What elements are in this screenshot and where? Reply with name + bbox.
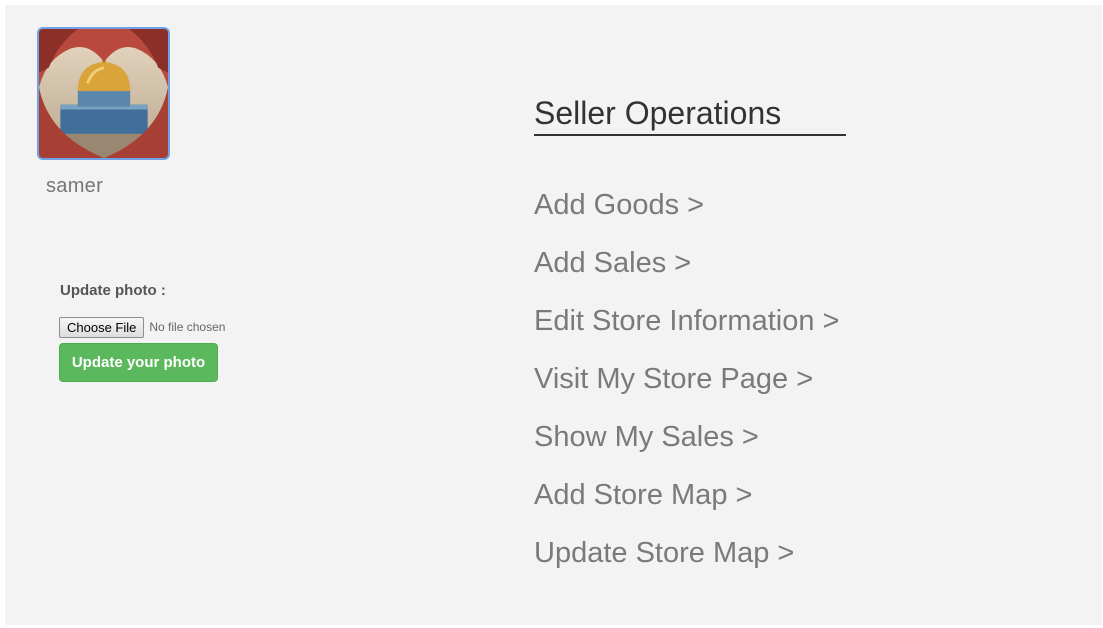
update-store-map-link[interactable]: Update Store Map > <box>534 537 794 569</box>
edit-store-information-link[interactable]: Edit Store Information > <box>534 305 839 337</box>
list-item: Add Store Map > <box>534 475 839 533</box>
seller-operations-list: Add Goods > Add Sales > Edit Store Infor… <box>534 185 839 591</box>
list-item: Show My Sales > <box>534 417 839 475</box>
add-sales-link[interactable]: Add Sales > <box>534 247 691 279</box>
list-item: Add Sales > <box>534 243 839 301</box>
file-input-row: Choose File No file chosen <box>59 316 225 338</box>
show-my-sales-link[interactable]: Show My Sales > <box>534 421 759 453</box>
visit-my-store-page-link[interactable]: Visit My Store Page > <box>534 363 813 395</box>
update-photo-label: Update photo : <box>60 282 166 299</box>
main-panel: samer Update photo : Choose File No file… <box>5 5 1102 625</box>
list-item: Edit Store Information > <box>534 301 839 359</box>
update-photo-button[interactable]: Update your photo <box>59 343 218 382</box>
list-item: Update Store Map > <box>534 533 839 591</box>
profile-avatar <box>37 27 170 160</box>
no-file-chosen-text: No file chosen <box>149 320 226 334</box>
add-store-map-link[interactable]: Add Store Map > <box>534 479 752 511</box>
list-item: Visit My Store Page > <box>534 359 839 417</box>
seller-operations-title: Seller Operations <box>534 94 846 136</box>
list-item: Add Goods > <box>534 185 839 243</box>
choose-file-button[interactable]: Choose File <box>59 316 145 338</box>
add-goods-link[interactable]: Add Goods > <box>534 189 704 221</box>
avatar-photo-icon <box>39 29 168 158</box>
username: samer <box>46 175 104 197</box>
